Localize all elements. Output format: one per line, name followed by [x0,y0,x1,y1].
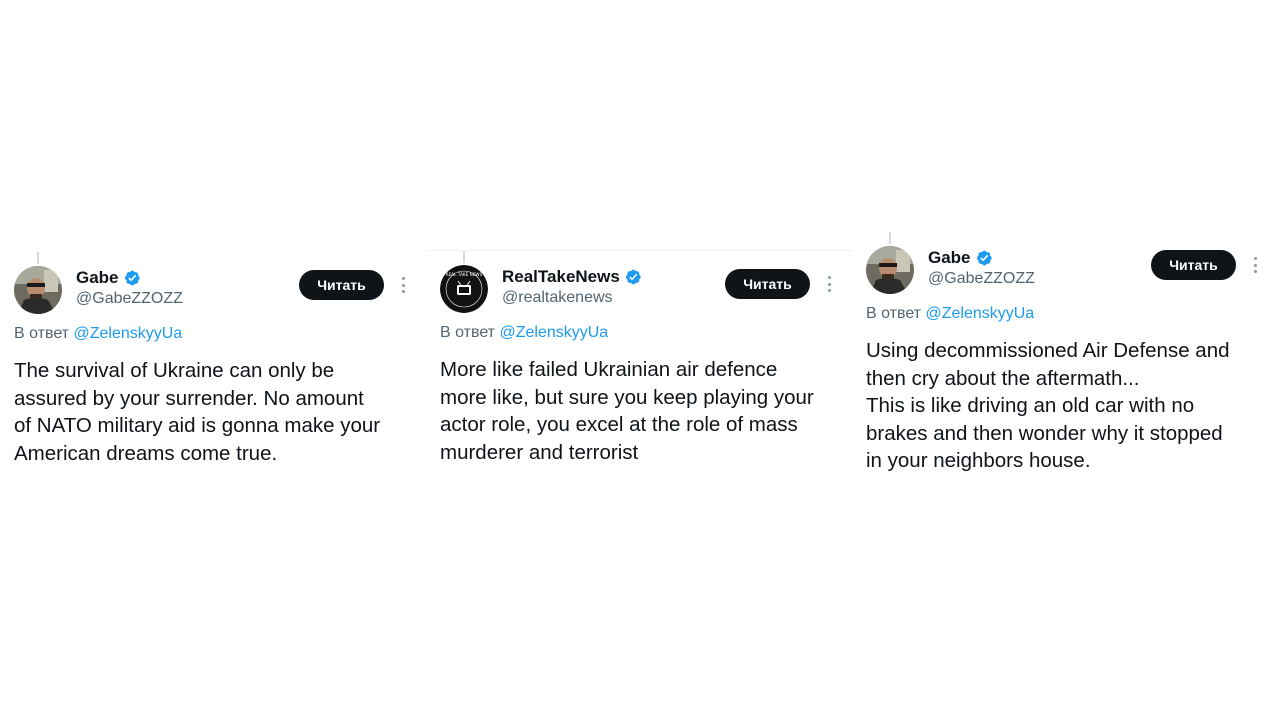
follow-button[interactable]: Читать [725,269,810,299]
tweet-text-line: then cry about the aftermath... [866,366,1140,390]
display-name[interactable]: Gabe [76,268,119,288]
tweet-text-line: murderer and terrorist [440,440,639,464]
tweet-text-line: brakes and then wonder why it stopped [866,421,1223,445]
tweet-text: The survival of Ukraine can only be assu… [14,357,416,467]
follow-button[interactable]: Читать [299,270,384,300]
tweet-text-line: of NATO military aid is gonna make your [14,414,381,437]
thread-connector-line [463,251,465,263]
tweet-text-line: more like, but sure you keep playing you… [440,385,814,409]
user-names: Gabe @GabeZZOZZ [76,267,183,308]
tweet-header: Gabe @GabeZZOZZ Читать [14,265,419,315]
tweet-text-line: More like failed Ukrainian air defence [440,358,778,381]
tweet-text-line: American dreams come true. [14,441,278,465]
more-options-icon[interactable] [396,275,410,295]
reply-context: В ответ @ZelenskyyUa [866,305,1034,323]
tweet-header: REAL TAKE NEWS RealTakeNews @realtakenew… [440,264,845,314]
avatar[interactable] [866,246,914,294]
reply-prefix: В ответ [14,325,70,342]
tweet-text-line: in your neighbors house. [866,449,1091,472]
tweet-text: More like failed Ukrainian air defence m… [440,356,842,466]
tweet-text-line: actor role, you excel at the role of mas… [440,413,798,436]
tweet-header: Gabe @GabeZZOZZ Читать [866,245,1271,295]
thread-connector-line [37,252,39,264]
reply-mention-link[interactable]: @ZelenskyyUa [925,305,1034,322]
reply-context: В ответ @ZelenskyyUa [14,325,182,343]
follow-button[interactable]: Читать [1151,250,1236,280]
reply-prefix: В ответ [440,324,496,341]
tweet-text-line: Using decommissioned Air Defense and [866,339,1230,362]
reply-mention-link[interactable]: @ZelenskyyUa [73,325,182,342]
divider [426,250,852,251]
user-handle[interactable]: @GabeZZOZZ [76,290,183,308]
user-names: Gabe @GabeZZOZZ [928,247,1035,288]
more-options-icon[interactable] [1248,255,1262,275]
tweet-text-line: The survival of Ukraine can only be [14,359,335,382]
realtakenews-logo-icon: REAL TAKE NEWS [440,265,488,313]
thread-connector-line [889,232,891,244]
avatar[interactable]: REAL TAKE NEWS [440,265,488,313]
tweet-text-line: This is like driving an old car with no [866,394,1195,417]
user-names: RealTakeNews @realtakenews [502,266,642,307]
display-name[interactable]: Gabe [928,248,971,268]
tweet-text-line: assured by your surrender. No amount [14,386,364,410]
profile-photo-icon [866,246,914,294]
user-handle[interactable]: @realtakenews [502,289,642,307]
reply-prefix: В ответ [866,305,922,322]
avatar[interactable] [14,266,62,314]
verified-badge-icon [123,269,141,287]
reply-mention-link[interactable]: @ZelenskyyUa [499,324,608,341]
verified-badge-icon [624,268,642,286]
user-handle[interactable]: @GabeZZOZZ [928,270,1035,288]
display-name[interactable]: RealTakeNews [502,267,620,287]
logo-text: REAL TAKE NEWS [446,272,483,277]
verified-badge-icon [975,249,993,267]
profile-photo-icon [14,266,62,314]
more-options-icon[interactable] [822,274,836,294]
reply-context: В ответ @ZelenskyyUa [440,324,608,342]
tweet-text: Using decommissioned Air Defense and the… [866,337,1268,475]
